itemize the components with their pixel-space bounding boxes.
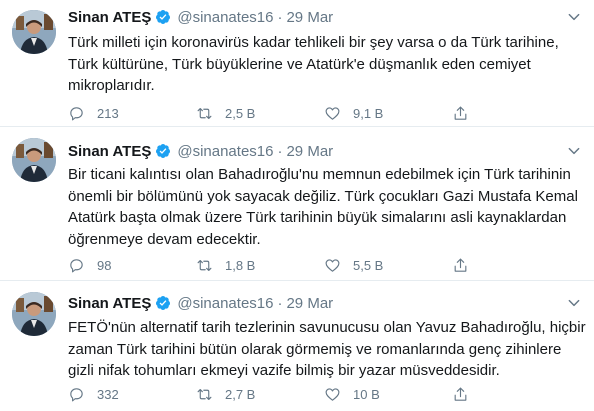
tweet-header: Sinan ATEŞ @sinanates16 · 29 Mar xyxy=(68,7,333,27)
tweet-text: FETÖ'nün alternatif tarih tezlerinin sav… xyxy=(68,317,586,382)
tweet[interactable]: Sinan ATEŞ @sinanates16 · 29 Mar Türk mi… xyxy=(0,0,594,126)
header-separator: · xyxy=(277,294,283,312)
reply-count: 98 xyxy=(97,257,112,273)
reply-button[interactable]: 98 xyxy=(68,256,111,274)
header-separator: · xyxy=(277,142,283,160)
reply-button[interactable]: 332 xyxy=(68,385,119,403)
tweet-text-line: öğrenmeye devam edecektir. xyxy=(68,230,261,248)
tweet[interactable]: Sinan ATEŞ @sinanates16 · 29 Mar Bir tic… xyxy=(0,128,594,280)
share-button[interactable] xyxy=(452,256,469,274)
tweet-header: Sinan ATEŞ @sinanates16 · 29 Mar xyxy=(68,141,333,161)
tweet-date[interactable]: 29 Mar xyxy=(286,295,333,312)
tweet-text-line: Türk kültürüne, Türk büyüklerine ve Atat… xyxy=(68,55,531,73)
tweet[interactable]: Sinan ATEŞ @sinanates16 · 29 Mar FETÖ'nü… xyxy=(0,282,594,411)
reply-count: 332 xyxy=(97,386,119,402)
reply-icon xyxy=(70,106,83,120)
avatar-image xyxy=(12,292,56,336)
chevron-down-icon[interactable] xyxy=(566,143,582,159)
retweet-count: 1,8 B xyxy=(225,257,256,273)
avatar-image xyxy=(12,138,56,182)
tweet-text-line: FETÖ'nün alternatif tarih tezlerinin sav… xyxy=(68,319,586,336)
tweet-text-line: Türk milleti için koronavirüs kadar tehl… xyxy=(68,34,559,51)
retweet-button[interactable]: 1,8 B xyxy=(196,256,255,274)
author-name[interactable]: Sinan ATEŞ xyxy=(68,9,151,26)
tweet-text-line: önemli bir bölümünü yok sayacak değiliz.… xyxy=(68,187,578,205)
retweet-count: 2,5 B xyxy=(225,105,256,121)
share-button[interactable] xyxy=(452,104,469,122)
like-count: 9,1 B xyxy=(353,105,384,121)
tweet-text: Bir ticani kalıntısı olan Bahadıroğlu'nu… xyxy=(68,164,584,250)
tweet-text-line: Atatürk başta olmak üzere Türk tarihinin… xyxy=(68,209,567,226)
share-icon xyxy=(454,106,467,120)
retweet-count: 2,7 B xyxy=(225,386,256,402)
retweet-icon xyxy=(197,107,212,119)
tweet-text-line: mikroplarıdır. xyxy=(68,77,155,94)
like-button[interactable]: 10 B xyxy=(324,385,380,403)
like-button[interactable]: 5,5 B xyxy=(324,256,383,274)
tweet-text-line: Bir ticani kalıntısı olan Bahadıroğlu'nu… xyxy=(68,166,571,183)
share-button[interactable] xyxy=(452,385,469,403)
header-separator: · xyxy=(277,8,283,26)
verified-badge-icon xyxy=(156,296,171,310)
heart-icon xyxy=(325,106,340,120)
retweet-icon xyxy=(197,388,212,400)
heart-icon xyxy=(325,258,340,272)
share-icon xyxy=(454,258,467,272)
tweet-text-line: gizli nifak tohumları ekmeyi vazife bilm… xyxy=(68,362,500,379)
tweet-divider xyxy=(0,126,594,127)
author-name[interactable]: Sinan ATEŞ xyxy=(68,143,151,160)
verified-badge-icon xyxy=(156,10,171,24)
chevron-down-icon[interactable] xyxy=(566,9,582,25)
author-handle[interactable]: @sinanates16 xyxy=(177,295,273,312)
retweet-button[interactable]: 2,5 B xyxy=(196,104,255,122)
like-count: 5,5 B xyxy=(353,257,384,273)
avatar[interactable] xyxy=(12,10,56,54)
reply-icon xyxy=(70,258,83,272)
tweet-divider xyxy=(0,280,594,281)
author-handle[interactable]: @sinanates16 xyxy=(177,9,273,26)
like-button[interactable]: 9,1 B xyxy=(324,104,383,122)
reply-count: 213 xyxy=(97,105,119,121)
author-name[interactable]: Sinan ATEŞ xyxy=(68,295,151,312)
reply-icon xyxy=(70,387,83,401)
heart-icon xyxy=(325,387,340,401)
avatar-image xyxy=(12,10,56,54)
retweet-icon xyxy=(197,259,212,271)
share-icon xyxy=(454,387,467,401)
author-handle[interactable]: @sinanates16 xyxy=(177,143,273,160)
reply-button[interactable]: 213 xyxy=(68,104,119,122)
tweet-text: Türk milleti için koronavirüs kadar tehl… xyxy=(68,32,584,97)
avatar[interactable] xyxy=(12,138,56,182)
tweet-date[interactable]: 29 Mar xyxy=(286,9,333,26)
tweet-header: Sinan ATEŞ @sinanates16 · 29 Mar xyxy=(68,293,333,313)
tweet-date[interactable]: 29 Mar xyxy=(286,143,333,160)
tweet-text-line: zaman Türk tarihini bütün olarak görmemi… xyxy=(68,340,562,358)
avatar[interactable] xyxy=(12,292,56,336)
retweet-button[interactable]: 2,7 B xyxy=(196,385,255,403)
verified-badge-icon xyxy=(156,144,171,158)
like-count: 10 B xyxy=(353,386,380,402)
chevron-down-icon[interactable] xyxy=(566,295,582,311)
